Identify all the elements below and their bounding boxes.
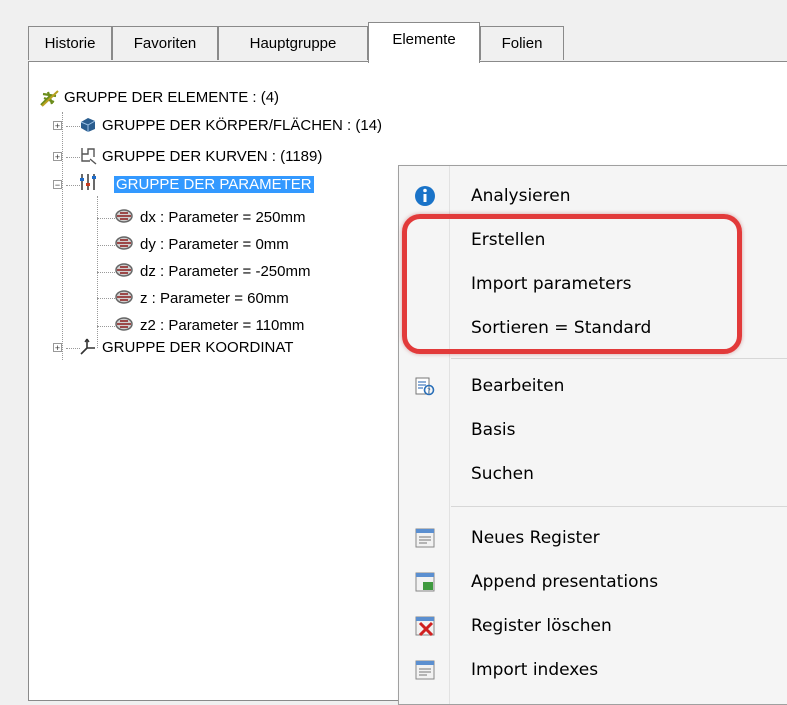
menu-item-register-loeschen[interactable]: Register löschen [399, 604, 787, 648]
tree-root[interactable]: GRUPPE DER ELEMENTE : (4) [64, 86, 279, 110]
coordinate-system-icon [80, 338, 95, 355]
menu-item-append-presentations[interactable]: Append presentations [399, 560, 787, 604]
parameter-label: z : Parameter = 60mm [140, 290, 289, 307]
tab-historie[interactable]: Historie [28, 26, 112, 60]
tree-group-label: GRUPPE DER KÖRPER/FLÄCHEN : (14) [102, 117, 383, 134]
tree-parameter[interactable]: dz : Parameter = -250mm [140, 260, 310, 284]
tree-group-curves[interactable]: GRUPPE DER KURVEN : (1189) [102, 145, 322, 169]
parameter-icon [115, 290, 133, 304]
parameter-label: z2 : Parameter = 110mm [140, 317, 305, 334]
parameter-label: dx : Parameter = 250mm [140, 209, 306, 226]
menu-separator [451, 358, 787, 359]
tree-parameter[interactable]: z : Parameter = 60mm [140, 287, 289, 311]
tree-group-label: GRUPPE DER KURVEN : (1189) [102, 148, 323, 165]
menu-item-label: Suchen [471, 464, 534, 484]
parameter-label: dz : Parameter = -250mm [140, 263, 311, 280]
menu-item-label: Register löschen [471, 616, 612, 636]
tab-folien[interactable]: Folien [480, 26, 564, 60]
tree-connector [97, 326, 115, 327]
tree-parameter[interactable]: dx : Parameter = 250mm [140, 206, 305, 230]
highlight-annotation [402, 214, 742, 354]
info-icon [415, 186, 435, 206]
delete-register-icon [415, 616, 435, 637]
tree-connector [97, 218, 115, 219]
new-register-icon [415, 528, 435, 548]
tree-group-solids[interactable]: GRUPPE DER KÖRPER/FLÄCHEN : (14) [102, 114, 382, 138]
tree-root-label: GRUPPE DER ELEMENTE : (4) [64, 89, 280, 106]
menu-item-neues-register[interactable]: Neues Register [399, 516, 787, 560]
tree-parameter[interactable]: z2 : Parameter = 110mm [140, 314, 304, 338]
parameter-icon [115, 263, 133, 277]
tree-connector [97, 298, 115, 299]
menu-separator [451, 506, 787, 507]
tab-hauptgruppe[interactable]: Hauptgruppe [218, 26, 368, 60]
tree-group-label: GRUPPE DER KOORDINAT [102, 339, 294, 356]
tree-group-parameters[interactable]: GRUPPE DER PARAMETER [114, 173, 314, 197]
expand-icon[interactable]: + [53, 121, 62, 131]
menu-item-label: Bearbeiten [471, 376, 565, 396]
parameters-icon [80, 174, 96, 190]
expand-icon[interactable]: + [53, 152, 62, 162]
menu-item-basis[interactable]: Basis [399, 408, 787, 452]
tree-parameter[interactable]: dy : Parameter = 0mm [140, 233, 289, 257]
menu-item-label: Analysieren [471, 186, 571, 206]
edit-icon: ? [415, 377, 435, 396]
menu-item-label: Append presentations [471, 572, 659, 592]
tree-group-label: GRUPPE DER PARAMETER [114, 176, 314, 193]
tab-favoriten[interactable]: Favoriten [112, 26, 218, 60]
menu-item-import-indexes[interactable]: Import indexes [399, 648, 787, 692]
parameter-label: dy : Parameter = 0mm [140, 236, 289, 253]
menu-item-label: Neues Register [471, 528, 600, 548]
solids-surfaces-icon [80, 118, 96, 132]
parameter-icon [115, 317, 133, 331]
tree-group-coordinates[interactable]: GRUPPE DER KOORDINAT [102, 336, 293, 360]
tree-connector [62, 112, 63, 360]
menu-item-bearbeiten[interactable]: ? Bearbeiten [399, 364, 787, 408]
collapse-icon[interactable]: − [53, 180, 62, 190]
parameter-icon [115, 236, 133, 250]
tree-connector [97, 272, 115, 273]
elements-group-icon [40, 90, 59, 107]
menu-item-label: Basis [471, 420, 516, 440]
tab-elemente[interactable]: Elemente [368, 22, 480, 63]
import-indexes-icon [415, 660, 435, 680]
menu-item-suchen[interactable]: Suchen [399, 452, 787, 496]
parameter-icon [115, 209, 133, 223]
append-presentations-icon [415, 572, 435, 592]
svg-text:?: ? [427, 387, 431, 395]
expand-icon[interactable]: + [53, 343, 62, 353]
curves-icon [81, 148, 97, 165]
menu-item-analysieren[interactable]: Analysieren [399, 174, 787, 218]
tree-connector [97, 245, 115, 246]
menu-item-label: Import indexes [471, 660, 599, 680]
